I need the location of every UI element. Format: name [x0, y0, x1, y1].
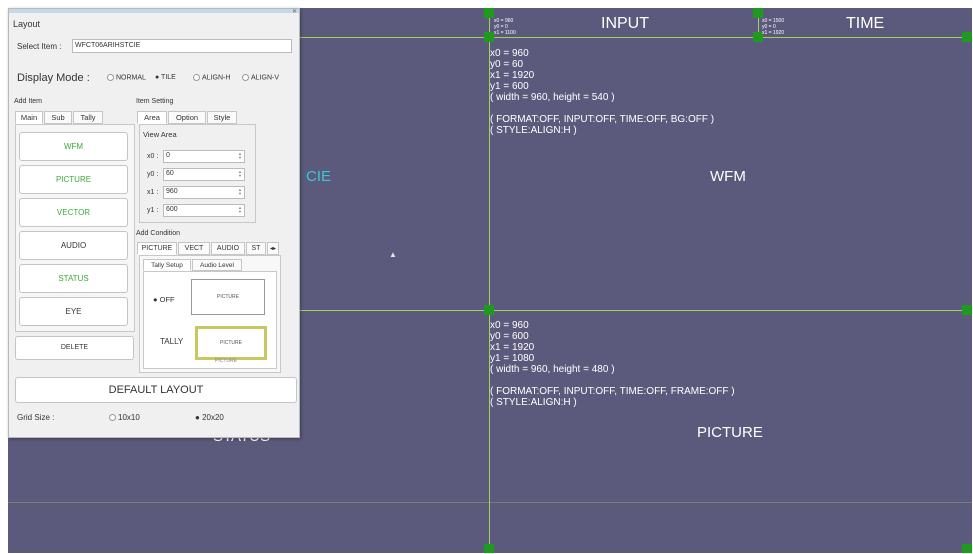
tally-preview-text: PICTURE	[220, 340, 242, 346]
add-audio-button[interactable]: AUDIO	[19, 231, 128, 260]
mouse-cursor-icon: ▲	[389, 250, 397, 259]
add-picture-button[interactable]: PICTURE	[19, 165, 128, 194]
tally-label: TALLY	[160, 337, 184, 346]
tally-preview[interactable]: PICTURE	[195, 326, 267, 360]
y1-label: y1 :	[147, 207, 159, 214]
tab-condition-picture[interactable]: PICTURE	[137, 242, 177, 255]
y1-field[interactable]: 600 ▲ ▼	[163, 204, 245, 217]
off-label: OFF	[159, 295, 175, 304]
resize-handle[interactable]	[484, 32, 494, 42]
radio-selected-icon[interactable]: ●	[153, 295, 160, 304]
display-mode-tile[interactable]: ● TILE	[155, 74, 176, 81]
close-icon[interactable]: ✕	[292, 9, 297, 15]
dialog-title: Layout	[13, 19, 41, 29]
grid-size-10x10-label: 10x10	[118, 413, 140, 422]
tab-tally-setup[interactable]: Tally Setup	[143, 259, 191, 271]
view-area-title: View Area	[143, 130, 177, 139]
select-item-value: WFCT06ARIHSTCIE	[75, 42, 141, 49]
display-mode-align-v[interactable]: ALIGN-V	[242, 74, 279, 81]
tally-preview-caption: PICTURE	[215, 358, 237, 364]
select-item-field[interactable]: WFCT06ARIHSTCIE	[72, 39, 292, 53]
tab-area[interactable]: Area	[137, 111, 167, 124]
display-mode-tile-label: TILE	[161, 74, 176, 81]
tab-style[interactable]: Style	[207, 111, 237, 124]
y0-field[interactable]: 60 ▲ ▼	[163, 168, 245, 181]
tab-scroll-arrows-icon[interactable]: ◂▸	[267, 242, 279, 255]
display-mode-label: Display Mode :	[17, 72, 90, 84]
delete-button[interactable]: DELETE	[15, 336, 134, 360]
tab-tally[interactable]: Tally	[73, 111, 103, 124]
off-preview[interactable]: PICTURE	[191, 279, 265, 315]
x1-label: x1 :	[147, 189, 159, 196]
spinner-arrows-icon[interactable]: ▲ ▼	[237, 188, 243, 196]
display-mode-normal-label: NORMAL	[116, 74, 146, 82]
tab-main[interactable]: Main	[15, 111, 43, 124]
add-item-title: Add Item	[14, 98, 43, 105]
resize-handle[interactable]	[962, 305, 972, 315]
tab-audio-level[interactable]: Audio Level	[192, 259, 242, 271]
time-header[interactable]: TIME	[846, 15, 884, 33]
layout-dialog[interactable]: ✕ Layout Select Item : WFCT06ARIHSTCIE D…	[8, 8, 300, 438]
y1-value: 600	[166, 206, 178, 213]
time-coords: x0 = 1500 y0 = 0 x1 = 1920	[762, 18, 785, 36]
dialog-title-bar[interactable]	[9, 9, 299, 13]
grid-size-20x20[interactable]: ● 20x20	[195, 413, 224, 422]
input-header[interactable]: INPUT	[601, 15, 649, 33]
grid-size-10x10[interactable]: 10x10	[109, 413, 140, 422]
x0-label: x0 :	[147, 153, 159, 160]
resize-handle[interactable]	[962, 544, 972, 553]
spinner-arrows-icon[interactable]: ▲ ▼	[237, 206, 243, 214]
tab-sub[interactable]: Sub	[44, 111, 72, 124]
radio-icon[interactable]	[107, 74, 114, 81]
radio-selected-icon[interactable]: ●	[195, 413, 202, 422]
off-radio[interactable]: ● OFF	[153, 295, 175, 304]
x0-value: 0	[166, 152, 170, 159]
add-vector-button[interactable]: VECTOR	[19, 198, 128, 227]
y0-label: y0 :	[147, 171, 159, 178]
display-mode-align-h[interactable]: ALIGN-H	[193, 74, 230, 81]
off-preview-text: PICTURE	[217, 294, 239, 300]
tab-option[interactable]: Option	[168, 111, 206, 124]
input-coords: x0 = 960 y0 = 0 x1 = 1100	[494, 18, 516, 36]
grid-size-20x20-label: 20x20	[202, 413, 224, 422]
add-eye-button[interactable]: EYE	[19, 297, 128, 326]
add-condition-title: Add Condition	[136, 230, 180, 237]
add-status-button[interactable]: STATUS	[19, 264, 128, 293]
display-mode-align-h-label: ALIGN-H	[202, 74, 231, 82]
resize-handle[interactable]	[962, 32, 972, 42]
x1-field[interactable]: 960 ▲ ▼	[163, 186, 245, 199]
spinner-arrows-icon[interactable]: ▲ ▼	[237, 170, 243, 178]
tab-condition-audio[interactable]: AUDIO	[211, 242, 245, 255]
display-mode-align-v-label: ALIGN-V	[251, 74, 280, 82]
default-layout-button[interactable]: DEFAULT LAYOUT	[15, 377, 297, 403]
spinner-arrows-icon[interactable]: ▲ ▼	[237, 152, 243, 160]
radio-icon[interactable]	[109, 414, 116, 422]
picture-label[interactable]: PICTURE	[697, 424, 763, 441]
picture-info: x0 = 960 y0 = 600 x1 = 1920 y1 = 1080 ( …	[490, 320, 735, 408]
x0-field[interactable]: 0 ▲ ▼	[163, 150, 245, 163]
resize-handle[interactable]	[484, 544, 494, 553]
select-item-label: Select Item :	[17, 42, 62, 51]
grid-line-bottom	[8, 502, 972, 503]
add-wfm-button[interactable]: WFM	[19, 132, 128, 161]
resize-handle[interactable]	[753, 8, 763, 18]
resize-handle[interactable]	[484, 8, 494, 18]
tab-condition-vect[interactable]: VECT	[178, 242, 210, 255]
display-mode-normal[interactable]: NORMAL	[107, 74, 146, 81]
tab-condition-status[interactable]: ST	[246, 242, 266, 255]
vector-partial-label: CIE	[306, 168, 332, 185]
resize-handle[interactable]	[484, 305, 494, 315]
wfm-info: x0 = 960 y0 = 60 x1 = 1920 y1 = 600 ( wi…	[490, 48, 715, 136]
item-setting-title: Item Setting	[136, 98, 174, 105]
radio-icon[interactable]	[193, 74, 200, 81]
y0-value: 60	[166, 170, 174, 177]
radio-icon[interactable]	[242, 74, 249, 81]
wfm-label[interactable]: WFM	[710, 168, 746, 185]
x1-value: 960	[166, 188, 178, 195]
grid-size-label: Grid Size :	[17, 413, 55, 422]
